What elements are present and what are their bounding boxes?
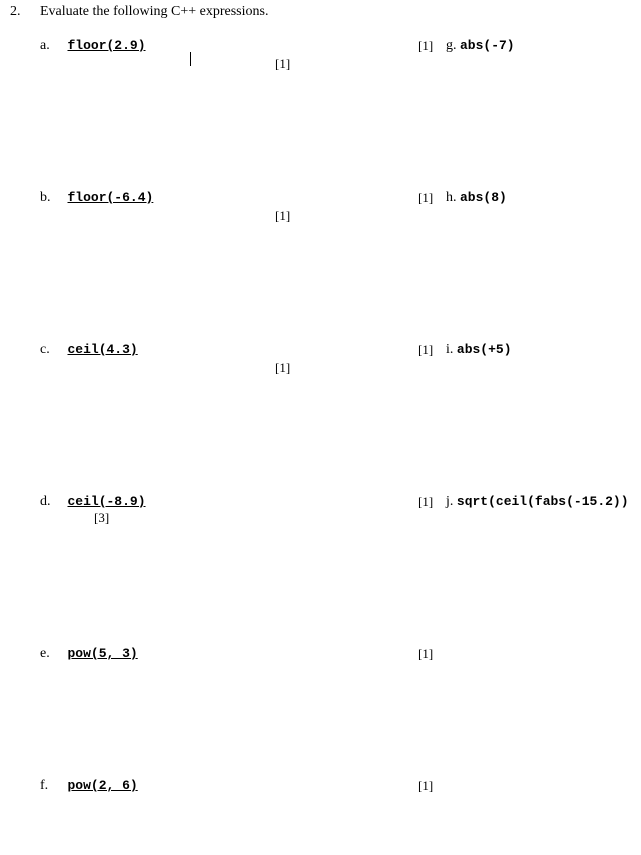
item-label-h: h. (446, 190, 457, 206)
right-column: [1] i. abs(+5) (430, 342, 631, 494)
item-label-e: e. (40, 646, 64, 662)
marks-g: [1] (418, 38, 433, 54)
expr-abs-pos5: abs(+5) (457, 342, 512, 357)
item-label-i: i. (446, 342, 453, 358)
question-text: Evaluate the following C++ expressions. (40, 4, 631, 20)
item-label-c: c. (40, 342, 64, 358)
item-label-d: d. (40, 494, 64, 510)
marks-i: [1] (418, 342, 433, 358)
marks-b: [1] (275, 208, 290, 224)
right-column: [1] (430, 778, 631, 808)
marks-e: [1] (418, 646, 433, 662)
right-column: [1] h. abs(8) (430, 190, 631, 342)
item-row: b. floor(-6.4) [1] [1] h. abs(8) (40, 190, 631, 342)
left-column: e. pow(5, 3) (40, 646, 430, 778)
right-column: [1] (430, 646, 631, 778)
expr-pow-5-3: pow(5, 3) (68, 646, 138, 661)
item-label-g: g. (446, 38, 457, 54)
expr-ceil-4-3: ceil(4.3) (68, 342, 138, 357)
text-cursor (190, 52, 191, 66)
expr-abs-8: abs(8) (460, 190, 507, 205)
expr-abs-neg7: abs(-7) (460, 38, 515, 53)
item-row: c. ceil(4.3) [1] [1] i. abs(+5) (40, 342, 631, 494)
expr-pow-2-6: pow(2, 6) (68, 778, 138, 793)
expr-floor-neg6-4: floor(-6.4) (68, 190, 154, 205)
left-column: b. floor(-6.4) [1] (40, 190, 430, 342)
marks-j: [1] (418, 494, 433, 510)
marks-d: [3] (94, 510, 109, 526)
marks-h: [1] (418, 190, 433, 206)
item-row: f. pow(2, 6) [1] (40, 778, 631, 808)
expr-sqrt-ceil-fabs: sqrt(ceil(fabs(-15.2)) (457, 494, 629, 509)
right-column: [1] j. sqrt(ceil(fabs(-15.2)) (430, 494, 631, 646)
marks-c: [1] (275, 360, 290, 376)
question-number: 2. (10, 4, 28, 20)
left-column: c. ceil(4.3) [1] (40, 342, 430, 494)
left-column: f. pow(2, 6) (40, 778, 430, 808)
item-label-a: a. (40, 38, 64, 54)
items-container: a. floor(2.9) [1] [1] g. abs(-7) b. floo… (10, 38, 631, 808)
right-column: [1] g. abs(-7) (430, 38, 631, 190)
marks-a: [1] (275, 56, 290, 72)
item-label-b: b. (40, 190, 64, 206)
left-column: a. floor(2.9) [1] (40, 38, 430, 190)
item-label-j: j. (446, 494, 453, 510)
item-label-f: f. (40, 778, 64, 794)
item-row: e. pow(5, 3) [1] (40, 646, 631, 778)
expr-floor-2-9: floor(2.9) (68, 38, 146, 53)
marks-f: [1] (418, 778, 433, 794)
question-header: 2. Evaluate the following C++ expression… (10, 4, 631, 20)
left-column: d. ceil(-8.9) [3] (40, 494, 430, 646)
item-row: a. floor(2.9) [1] [1] g. abs(-7) (40, 38, 631, 190)
item-row: d. ceil(-8.9) [3] [1] j. sqrt(ceil(fabs(… (40, 494, 631, 646)
expr-ceil-neg8-9: ceil(-8.9) (68, 494, 146, 509)
